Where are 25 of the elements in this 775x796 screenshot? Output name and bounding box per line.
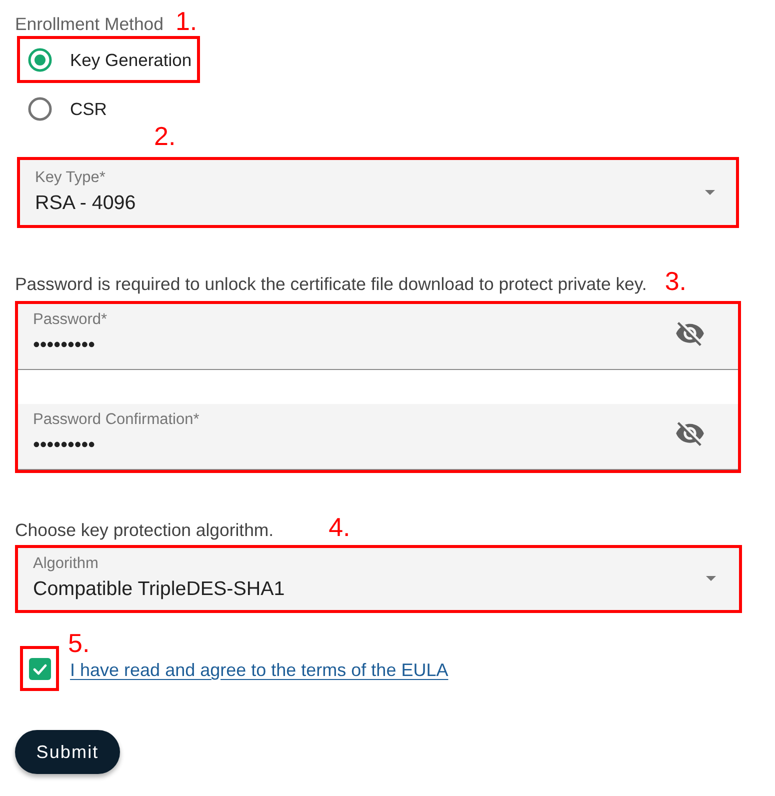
- annotation-number: 5.: [68, 630, 90, 656]
- radio-option[interactable]: Key Generation: [20, 39, 197, 80]
- password-field[interactable]: Password Confirmation* •••••••••: [18, 404, 738, 470]
- field-label: Password*: [33, 312, 108, 328]
- annotation-number: 4.: [328, 514, 350, 540]
- section-label: Enrollment Method: [15, 14, 164, 34]
- annotation-number: 2.: [154, 123, 176, 149]
- field-label: Algorithm: [33, 556, 98, 572]
- password-field[interactable]: Password* •••••••••: [18, 304, 738, 370]
- field-label: Key Type*: [35, 170, 106, 186]
- helper-text: Choose key protection algorithm.: [15, 520, 274, 540]
- submit-button[interactable]: Submit: [15, 730, 120, 774]
- annotation-number: 3.: [664, 268, 687, 294]
- eula-link[interactable]: I have read and agree to the terms of the EULA: [70, 660, 448, 680]
- checkbox[interactable]: [28, 658, 50, 680]
- eye-slash-icon[interactable]: [676, 422, 704, 446]
- field-label: Password Confirmation*: [33, 412, 200, 428]
- algorithm-dropdown[interactable]: Algorithm Compatible TripleDES-SHA1: [18, 548, 739, 610]
- radio-option[interactable]: CSR: [20, 94, 112, 124]
- helper-text: Password is required to unlock the certificate file download to protect private key.: [15, 274, 647, 294]
- eye-slash-icon[interactable]: [676, 322, 704, 346]
- caret-icon: [705, 190, 715, 194]
- caret-icon: [706, 576, 716, 580]
- annotation-number: 1.: [175, 8, 198, 34]
- key-type-dropdown[interactable]: Key Type* RSA - 4096: [20, 160, 736, 225]
